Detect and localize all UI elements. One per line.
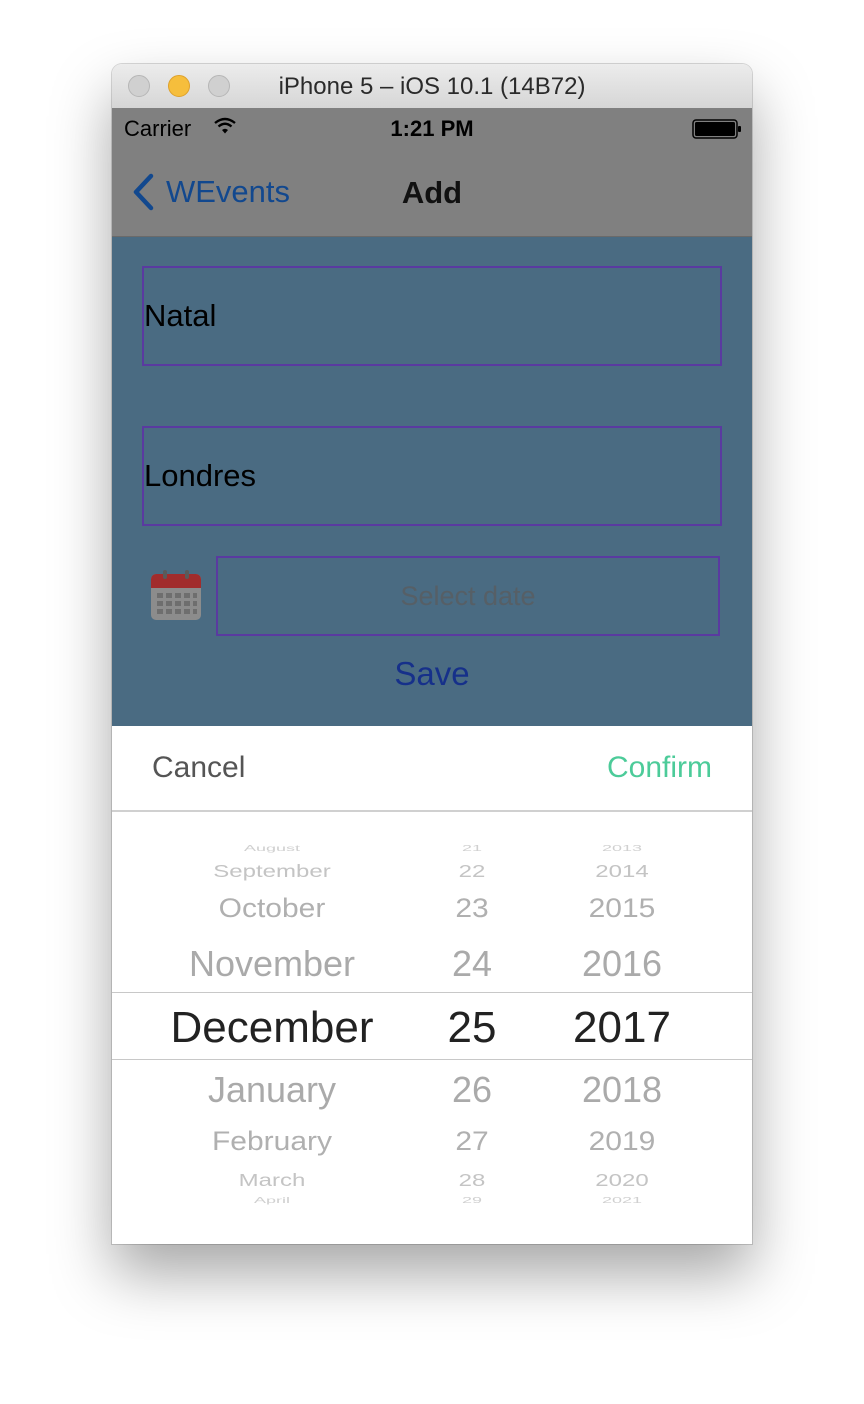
day-option[interactable]: 23	[422, 894, 522, 925]
date-picker-sheet: Cancel Confirm August September October …	[112, 726, 752, 1244]
month-option[interactable]: February	[142, 1127, 402, 1158]
day-option[interactable]: 24	[422, 943, 522, 985]
year-option[interactable]: 2013	[552, 844, 692, 853]
add-event-form: Natal Londres Select date Save	[112, 237, 752, 726]
month-option[interactable]: March	[142, 1171, 402, 1191]
picker-toolbar: Cancel Confirm	[112, 726, 752, 812]
status-bar: Carrier 1:21 PM	[112, 108, 752, 148]
month-option[interactable]: April	[142, 1196, 402, 1205]
simulator-window: iPhone 5 – iOS 10.1 (14B72) Carrier 1:21…	[112, 64, 752, 1244]
year-option[interactable]: 2015	[552, 894, 692, 925]
window-titlebar: iPhone 5 – iOS 10.1 (14B72)	[112, 64, 752, 109]
status-time: 1:21 PM	[390, 116, 474, 141]
day-option[interactable]: 29	[422, 1196, 522, 1205]
origin-value: Natal	[144, 298, 217, 333]
year-option[interactable]: 2016	[552, 943, 692, 985]
month-option[interactable]: October	[142, 894, 402, 925]
origin-field[interactable]: Natal	[142, 266, 722, 366]
date-field[interactable]: Select date	[216, 556, 720, 636]
page-title: Add	[401, 175, 463, 210]
device-screen: Carrier 1:21 PM WEvents Add Natal Londre…	[112, 108, 752, 1244]
year-option[interactable]: 2014	[552, 862, 692, 882]
confirm-button[interactable]: Confirm	[607, 751, 712, 785]
battery-icon	[692, 119, 741, 139]
cancel-button[interactable]: Cancel	[152, 751, 245, 785]
selected-day[interactable]: 25	[422, 1003, 522, 1053]
day-option[interactable]: 26	[422, 1069, 522, 1111]
destination-value: Londres	[144, 458, 257, 493]
day-option[interactable]: 27	[422, 1127, 522, 1158]
selected-year[interactable]: 2017	[552, 1003, 692, 1053]
save-button[interactable]: Save	[112, 655, 752, 693]
selected-month[interactable]: December	[142, 1003, 402, 1053]
year-option[interactable]: 2018	[552, 1069, 692, 1111]
calendar-icon[interactable]	[150, 570, 202, 622]
navigation-bar: WEvents Add	[112, 148, 752, 237]
month-option[interactable]: November	[142, 943, 402, 985]
day-option[interactable]: 21	[422, 844, 522, 853]
month-option[interactable]: August	[142, 844, 402, 853]
year-option[interactable]: 2020	[552, 1171, 692, 1191]
month-option[interactable]: September	[142, 862, 402, 882]
window-title: iPhone 5 – iOS 10.1 (14B72)	[278, 73, 586, 100]
year-option[interactable]: 2019	[552, 1127, 692, 1158]
destination-field[interactable]: Londres	[142, 426, 722, 526]
date-picker-wheel[interactable]: August September October November Decemb…	[112, 812, 752, 1244]
month-option[interactable]: January	[142, 1069, 402, 1111]
day-option[interactable]: 28	[422, 1171, 522, 1191]
day-option[interactable]: 22	[422, 862, 522, 882]
date-placeholder: Select date	[400, 580, 536, 611]
year-option[interactable]: 2021	[552, 1196, 692, 1205]
